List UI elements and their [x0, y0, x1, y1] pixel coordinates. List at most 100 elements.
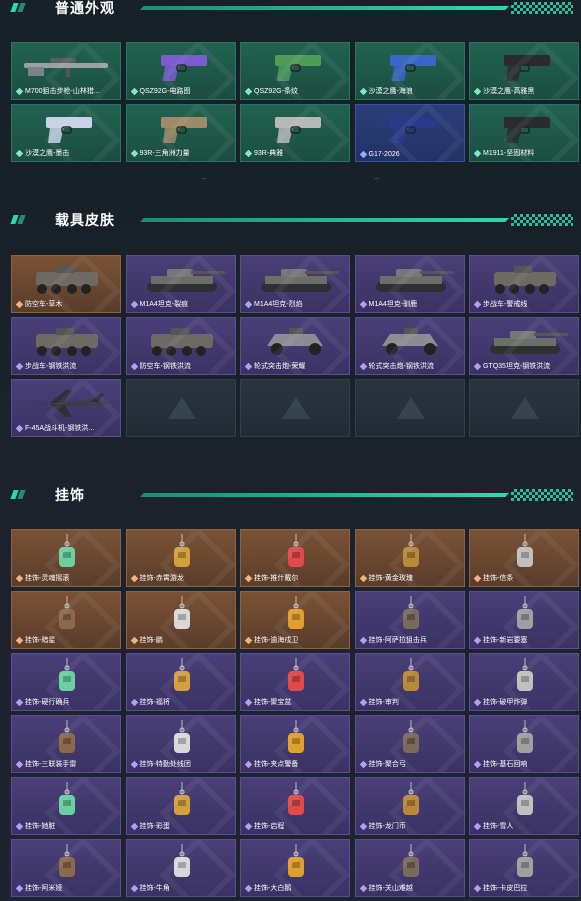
item-label-row: GTQ35坦克-钢铁洪流	[474, 361, 575, 371]
item-tile[interactable]: 防空车-钢铁洪流	[125, 317, 236, 375]
item-tile[interactable]: 沙漠之鹰-海浪	[354, 42, 465, 100]
item-tile[interactable]: 沙漠之鹰-高雅黑	[469, 42, 579, 100]
charm-icon	[249, 720, 343, 758]
item-tile[interactable]: 挂饰-她脏	[11, 777, 121, 835]
rarity-diamond-icon	[359, 87, 367, 95]
charm-icon	[135, 596, 229, 634]
item-tile[interactable]: M1A4坦克-裂痕	[125, 255, 236, 313]
item-name: 挂饰-赤霄游龙	[139, 575, 184, 582]
item-tile[interactable]: 轮式突击炮-钢铁洪流	[354, 317, 465, 375]
item-tile[interactable]: 挂饰-灵魂摇滚	[11, 529, 121, 587]
item-tile[interactable]: 挂饰-福将	[125, 653, 236, 711]
item-tile[interactable]: 挂饰-黄金玫瑰	[354, 529, 465, 587]
charm-icon	[135, 720, 229, 758]
item-label-row: 挂饰-推什戴尔	[245, 573, 346, 583]
item-tile[interactable]: 93R-典雅	[240, 104, 350, 162]
item-tile[interactable]: 挂饰-三联装手雷	[11, 715, 121, 773]
item-label-row: 挂饰-彩蛋	[130, 821, 232, 831]
rarity-diamond-icon	[130, 362, 138, 370]
charm-icon	[249, 658, 343, 696]
item-label-row: M1A4坦克-烈焰	[245, 299, 346, 309]
item-tile[interactable]: 挂饰-聚宝盆	[240, 653, 350, 711]
item-label-row: 挂饰-卡皮巴拉	[474, 883, 575, 893]
item-tile[interactable]: 93R-三角洲力量	[125, 104, 236, 162]
item-tile[interactable]: 轮式突击炮-荣耀	[240, 317, 350, 375]
item-tile[interactable]: M700狙击步枪-山林猎...	[11, 42, 121, 100]
item-label-row: 挂饰-黄金玫瑰	[359, 573, 461, 583]
item-label-row: 挂饰-特勤处线团	[130, 759, 232, 769]
item-tile[interactable]: 挂饰-破甲炸弹	[469, 653, 579, 711]
item-label-row: 挂饰-赤霄游龙	[130, 573, 232, 583]
charm-icon	[364, 658, 458, 696]
item-tile[interactable]: 挂饰-阿米娅	[11, 839, 121, 897]
rarity-diamond-icon	[474, 698, 482, 706]
rarity-diamond-icon	[16, 149, 24, 157]
item-tile[interactable]: 挂饰-硬行确兵	[11, 653, 121, 711]
item-tile[interactable]: G17-2026	[354, 104, 465, 162]
item-label-row: 防空车-钢铁洪流	[130, 361, 232, 371]
charm-icon	[135, 658, 229, 696]
item-tile[interactable]: 步战车-警戒线	[469, 255, 579, 313]
item-label-row: 挂饰-龙门币	[359, 821, 461, 831]
item-label-row: QSZ92G-电路图	[130, 86, 232, 96]
item-tile[interactable]: 挂饰-基石回响	[469, 715, 579, 773]
item-tile[interactable]: 挂饰-卡皮巴拉	[469, 839, 579, 897]
item-tile[interactable]: 挂饰-雪人	[469, 777, 579, 835]
item-name: 挂饰-聚宝盆	[254, 699, 292, 706]
item-name: 挂饰-特勤处线团	[139, 761, 191, 768]
item-tile[interactable]: 挂饰-牛角	[125, 839, 236, 897]
item-tile[interactable]: M1911-坚固材料	[469, 104, 579, 162]
apc-icon	[135, 322, 229, 360]
item-label-row: 沙漠之鹰-海浪	[359, 86, 461, 96]
item-tile[interactable]: 挂饰-赤霄游龙	[125, 529, 236, 587]
item-name: 挂饰-破甲炸弹	[483, 699, 528, 706]
charm-icon	[478, 534, 572, 572]
item-tile[interactable]: 挂饰-聚合弓	[354, 715, 465, 773]
item-tile[interactable]: 挂饰-龙门币	[354, 777, 465, 835]
item-tile[interactable]: M1A4坦克-驯鹿	[354, 255, 465, 313]
empty-slot	[469, 379, 579, 437]
rarity-diamond-icon	[130, 884, 138, 892]
pistol-icon	[478, 109, 572, 147]
item-tile[interactable]: 挂饰-特勤处线团	[125, 715, 236, 773]
item-tile[interactable]: 挂饰-阿萨拉狙击兵	[354, 591, 465, 649]
section-bullet-icon	[10, 3, 26, 12]
item-tile[interactable]: 挂饰-推什戴尔	[240, 529, 350, 587]
rarity-diamond-icon	[474, 149, 482, 157]
item-name: 挂饰-关山难越	[368, 885, 413, 892]
item-tile[interactable]: 挂饰-信条	[469, 529, 579, 587]
item-name: 挂饰-逾海戍卫	[254, 637, 299, 644]
item-tile[interactable]: 挂饰-彩蛋	[125, 777, 236, 835]
item-tile[interactable]: 挂饰-新岩要塞	[469, 591, 579, 649]
empty-slot	[354, 379, 465, 437]
item-name: QSZ92G-电路图	[139, 88, 191, 95]
item-tile[interactable]: F-45A战斗机-钢铁洪...	[11, 379, 121, 437]
item-tile[interactable]: QSZ92G-条纹	[240, 42, 350, 100]
section-title: 载具皮肤	[55, 212, 115, 228]
item-tile[interactable]: GTQ35坦克-钢铁洪流	[469, 317, 579, 375]
item-label-row: 挂饰-大白鹅	[245, 883, 346, 893]
section-header-charms: 挂饰	[0, 483, 581, 507]
item-tile[interactable]: 挂饰-启程	[240, 777, 350, 835]
item-tile[interactable]: 挂饰-大白鹅	[240, 839, 350, 897]
empty-slot-icon	[282, 397, 310, 419]
item-label-row: 挂饰-福将	[130, 697, 232, 707]
item-name: 轮式突击炮-钢铁洪流	[368, 363, 434, 370]
item-tile[interactable]: 防空车-草木	[11, 255, 121, 313]
item-tile[interactable]: 步战车-钢铁洪流	[11, 317, 121, 375]
item-tile[interactable]: 沙漠之鹰-墨击	[11, 104, 121, 162]
item-tile[interactable]: 挂饰-鹏	[125, 591, 236, 649]
charm-icon	[478, 720, 572, 758]
item-tile[interactable]: QSZ92G-电路图	[125, 42, 236, 100]
item-tile[interactable]: 挂饰-夹点警备	[240, 715, 350, 773]
item-tile[interactable]: 挂饰-关山难越	[354, 839, 465, 897]
item-tile[interactable]: 挂饰-审判	[354, 653, 465, 711]
item-label-row: 挂饰-阿米娅	[16, 883, 117, 893]
item-tile[interactable]: 挂饰-暗星	[11, 591, 121, 649]
item-label-row: 挂饰-聚合弓	[359, 759, 461, 769]
item-label-row: 挂饰-逾海戍卫	[245, 635, 346, 645]
item-tile[interactable]: M1A4坦克-烈焰	[240, 255, 350, 313]
rarity-diamond-icon	[245, 574, 253, 582]
item-label-row: 挂饰-鹏	[130, 635, 232, 645]
item-tile[interactable]: 挂饰-逾海戍卫	[240, 591, 350, 649]
